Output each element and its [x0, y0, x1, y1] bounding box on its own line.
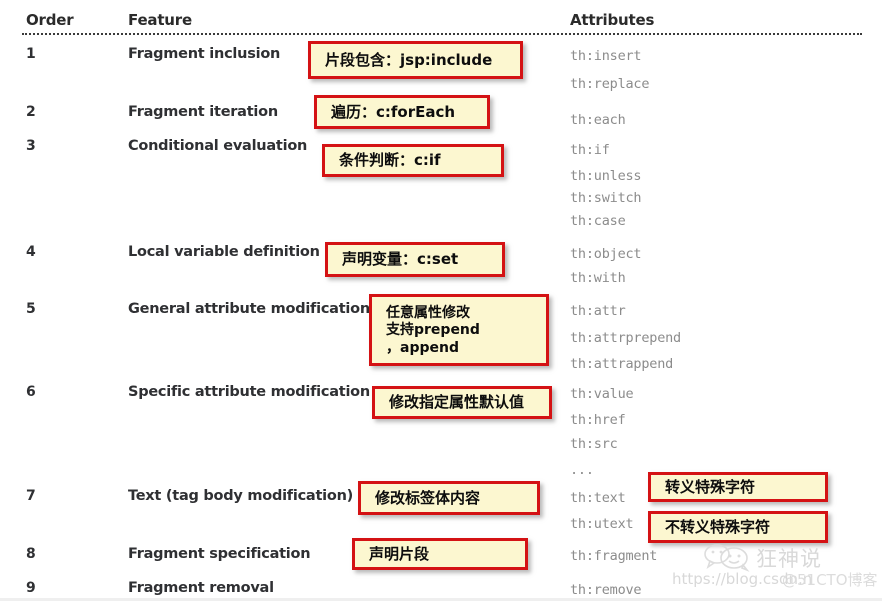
column-header-order: Order — [26, 11, 74, 29]
table-cell-attribute: th:fragment — [570, 548, 658, 564]
table-cell-attribute: th:with — [570, 270, 626, 286]
table-cell-attribute: th:object — [570, 246, 642, 262]
table-cell-attribute: th:href — [570, 412, 626, 428]
header-divider — [22, 33, 862, 35]
table-cell-feature: Text (tag body modification) — [128, 488, 354, 504]
table-cell-attribute: th:utext — [570, 516, 634, 532]
table-cell-attribute: th:each — [570, 112, 626, 128]
annotation-attr-default: 修改指定属性默认值 — [372, 386, 552, 419]
table-cell-order: 6 — [26, 384, 36, 400]
thymeleaf-attribute-table: Order Feature Attributes 1 2 3 4 5 6 7 8… — [0, 0, 882, 601]
annotation-tag-body: 修改标签体内容 — [358, 481, 540, 515]
table-cell-order: 5 — [26, 301, 36, 317]
annotation-jsp-include: 片段包含：jsp:include — [308, 41, 523, 79]
annotation-cif: 条件判断：c:if — [322, 144, 504, 177]
table-cell-feature: Specific attribute modification — [128, 384, 370, 400]
table-cell-attribute: th:attrprepend — [570, 330, 681, 346]
table-cell-attribute: th:if — [570, 142, 610, 158]
table-cell-attribute: th:attrappend — [570, 356, 674, 372]
table-cell-attribute: th:attr — [570, 303, 626, 319]
table-cell-order: 3 — [26, 138, 36, 154]
table-cell-feature: Fragment specification — [128, 546, 311, 562]
table-cell-feature: Local variable definition — [128, 244, 320, 260]
table-cell-order: 9 — [26, 580, 36, 596]
table-cell-order: 8 — [26, 546, 36, 562]
column-header-feature: Feature — [128, 11, 192, 29]
table-cell-attribute: th:unless — [570, 168, 642, 184]
table-cell-attribute: th:src — [570, 436, 618, 452]
annotation-declare-fragment: 声明片段 — [352, 538, 528, 570]
table-cell-feature: General attribute modification — [128, 301, 370, 317]
table-cell-attribute: th:value — [570, 386, 634, 402]
table-cell-attribute: th:replace — [570, 76, 650, 92]
table-cell-feature: Fragment iteration — [128, 104, 278, 120]
table-cell-attribute: th:case — [570, 213, 626, 229]
annotation-attr-modify: 任意属性修改 支持prepend ，append — [369, 294, 549, 366]
annotation-escape: 转义特殊字符 — [648, 472, 828, 502]
table-cell-feature: Fragment removal — [128, 580, 274, 596]
column-header-attributes: Attributes — [570, 11, 655, 29]
annotation-unescape: 不转义特殊字符 — [648, 511, 828, 543]
wechat-bubble-icon — [704, 544, 750, 572]
watermark-cto: @51CTO博客 — [782, 571, 878, 589]
table-cell-order: 2 — [26, 104, 36, 120]
table-cell-feature: Fragment inclusion — [128, 46, 281, 62]
table-cell-attribute: th:insert — [570, 48, 642, 64]
table-cell-attribute: th:switch — [570, 190, 642, 206]
annotation-cset: 声明变量：c:set — [325, 242, 505, 277]
table-cell-order: 4 — [26, 244, 36, 260]
table-cell-attribute: ... — [570, 462, 594, 478]
table-cell-attribute: th:remove — [570, 582, 642, 598]
table-cell-order: 7 — [26, 488, 36, 504]
table-cell-order: 1 — [26, 46, 36, 62]
annotation-foreach: 遍历：c:forEach — [314, 95, 490, 129]
table-cell-attribute: th:text — [570, 490, 626, 506]
table-cell-feature: Conditional evaluation — [128, 138, 308, 154]
